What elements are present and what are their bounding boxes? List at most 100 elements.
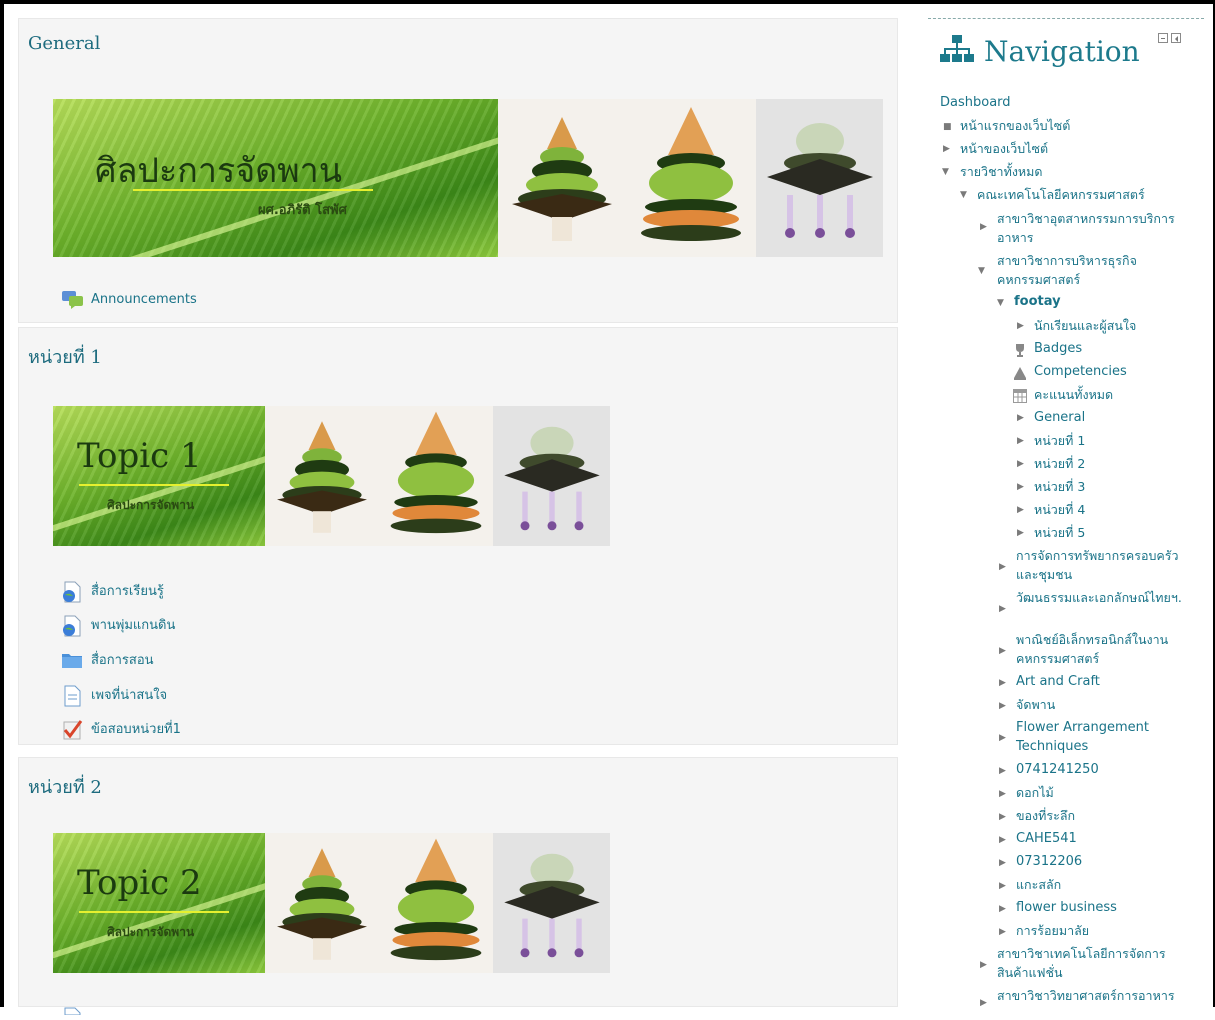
nav-section-general[interactable]: General (1034, 408, 1085, 428)
section-banner: Topic 1 ศิลปะการจัดพาน (53, 406, 610, 546)
course-section-general: General ศิลปะการจัดพาน ผศ.อภิรัติ โสพัศ (18, 18, 898, 323)
banner-title: Topic 2 (77, 863, 202, 903)
activity-interesting-page[interactable]: เพจที่น่าสนใจ (61, 684, 167, 706)
folder-icon (61, 650, 83, 670)
expand-arrow-icon: ▶ (1017, 413, 1024, 423)
nav-course-07312206[interactable]: 07312206 (1016, 852, 1082, 872)
collapse-arrow-icon: ▼ (960, 190, 967, 200)
banner-title: Topic 1 (77, 436, 202, 476)
activity-label: สื่อการเรียนรู้ (91, 584, 164, 599)
expand-arrow-icon: ▶ (1017, 505, 1024, 515)
quiz-icon (61, 719, 83, 739)
page-icon (61, 685, 83, 706)
nav-dashboard[interactable]: Dashboard (940, 93, 1011, 113)
expand-arrow-icon: ▶ (999, 927, 1006, 937)
nav-unit-4[interactable]: หน่วยที่ 4 (1034, 500, 1085, 520)
expand-arrow-icon: ▶ (1017, 321, 1024, 331)
activity-quiz-unit-1[interactable]: ข้อสอบหน่วยที่1 (61, 718, 181, 739)
expand-arrow-icon: ▶ (943, 144, 950, 154)
nav-all-courses[interactable]: รายวิชาทั้งหมด (960, 162, 1043, 182)
course-section-unit-1: หน่วยที่ 1 Topic 1 ศิลปะการจัดพาน สื่อกา… (18, 327, 898, 745)
activity-announcements[interactable]: Announcements (61, 289, 197, 309)
grades-table-icon (1013, 388, 1027, 407)
course-section-unit-2: หน่วยที่ 2 Topic 2 ศิลปะการจัดพาน (18, 757, 898, 1016)
nav-business-admin-program[interactable]: สาขาวิชาการบริหารธุรกิจคหกรรมศาสตร์ (997, 251, 1195, 289)
activity-pan-phum[interactable]: พานพุ่มแกนดิน (61, 614, 175, 636)
nav-participants[interactable]: นักเรียนและผู้สนใจ (1034, 316, 1136, 336)
expand-arrow-icon: ▶ (980, 960, 987, 970)
competencies-icon (1013, 365, 1027, 384)
expand-arrow-icon: ▶ (999, 646, 1006, 656)
expand-arrow-icon: ▶ (999, 835, 1006, 845)
nav-course-carving[interactable]: แกะสลัก (1016, 875, 1061, 895)
nav-course-footay[interactable]: footay (1014, 292, 1061, 312)
nav-course-souvenirs[interactable]: ของที่ระลึก (1016, 806, 1075, 826)
nav-course-flowers[interactable]: ดอกไม้ (1016, 783, 1054, 803)
banner-subtitle: ศิลปะการจัดพาน (107, 498, 195, 512)
activity-teaching-media[interactable]: สื่อการสอน (61, 649, 154, 670)
pan-photo-2 (379, 833, 493, 973)
section-title[interactable]: หน่วยที่ 1 (28, 342, 102, 371)
pan-photo-1 (498, 99, 626, 257)
pan-photo-2 (626, 99, 756, 257)
nav-course-0741241250[interactable]: 0741241250 (1016, 760, 1099, 780)
banner-underline (79, 911, 229, 913)
nav-course-cahe541[interactable]: CAHE541 (1016, 829, 1077, 849)
navigation-title: Navigation (984, 34, 1140, 68)
expand-arrow-icon: ▶ (1017, 436, 1024, 446)
nav-badges[interactable]: Badges (1034, 339, 1082, 359)
nav-site-home[interactable]: หน้าแรกของเว็บไซต์ (960, 116, 1070, 136)
nav-unit-1[interactable]: หน่วยที่ 1 (1034, 431, 1085, 451)
nav-course-art-and-craft[interactable]: Art and Craft (1016, 672, 1100, 692)
nav-food-science-program[interactable]: สาขาวิชาวิทยาศาสตร์การอาหาร (997, 986, 1175, 1006)
nav-fashion-program[interactable]: สาขาวิชาเทคโนโลยีการจัดการสินค้าแฟชั่น (997, 944, 1197, 982)
expand-arrow-icon: ▶ (999, 812, 1006, 822)
nav-course-family-resources[interactable]: การจัดการทรัพยากรครอบครัวและชุมชน (1016, 546, 1200, 584)
nav-course-ecommerce[interactable]: พาณิชย์อิเล็กทรอนิกส์ในงานคหกรรมศาสตร์ (1016, 630, 1200, 668)
collapse-arrow-icon: ▼ (978, 266, 985, 276)
banner-underline (79, 484, 229, 486)
expand-arrow-icon: ▶ (1017, 482, 1024, 492)
section-title[interactable]: General (28, 33, 100, 54)
activity-learning-media[interactable]: สื่อการเรียนรู้ (61, 580, 164, 602)
nav-competencies[interactable]: Competencies (1034, 362, 1127, 382)
section-title[interactable]: หน่วยที่ 2 (28, 772, 102, 801)
nav-unit-3[interactable]: หน่วยที่ 3 (1034, 477, 1085, 497)
nav-course-jadpan[interactable]: จัดพาน (1016, 695, 1055, 715)
window-frame-top (0, 0, 1215, 4)
nav-course-flower-business[interactable]: flower business (1016, 898, 1117, 918)
expand-arrow-icon: ▶ (999, 881, 1006, 891)
sitemap-icon (940, 34, 974, 68)
forum-icon (61, 289, 83, 309)
pan-photo-3 (493, 833, 610, 973)
nav-course-flower-arrangement[interactable]: Flower Arrangement Techniques (1016, 718, 1176, 756)
collapse-arrow-icon: ▼ (997, 298, 1004, 308)
nav-unit-5[interactable]: หน่วยที่ 5 (1034, 523, 1085, 543)
collapse-block-button[interactable] (1158, 33, 1168, 43)
pan-photo-1 (265, 833, 379, 973)
window-frame-left (0, 0, 4, 1007)
expand-arrow-icon: ▶ (999, 562, 1006, 572)
nav-unit-2[interactable]: หน่วยที่ 2 (1034, 454, 1085, 474)
navigation-header: Navigation (940, 34, 1140, 68)
dock-block-button[interactable] (1171, 33, 1181, 43)
section-banner: ศิลปะการจัดพาน ผศ.อภิรัติ โสพัศ (53, 99, 883, 257)
page-icon (61, 1000, 83, 1020)
expand-arrow-icon: ▶ (1017, 459, 1024, 469)
banner-leaf-image: Topic 2 ศิลปะการจัดพาน (53, 833, 265, 973)
nav-site-pages[interactable]: หน้าของเว็บไซต์ (960, 139, 1048, 159)
activity-label: ข้อสอบหน่วยที่1 (91, 722, 181, 737)
expand-arrow-icon: ▶ (999, 766, 1006, 776)
expand-arrow-icon: ▶ (999, 733, 1006, 743)
pan-photo-3 (756, 99, 883, 257)
nav-grades[interactable]: คะแนนทั้งหมด (1034, 385, 1113, 405)
nav-food-service-program[interactable]: สาขาวิชาอุตสาหกรรมการบริการอาหาร (997, 209, 1195, 247)
banner-subtitle: ผศ.อภิรัติ โสพัศ (258, 203, 347, 218)
nav-course-thai-culture[interactable]: วัฒนธรรมและเอกลักษณ์ไทยฯ. (1016, 588, 1200, 607)
navigation-block-border (928, 18, 1204, 19)
trophy-icon (1013, 342, 1027, 361)
banner-subtitle: ศิลปะการจัดพาน (107, 925, 195, 939)
nav-faculty-home-economics[interactable]: คณะเทคโนโลยีคหกรรมศาสตร์ (977, 185, 1145, 205)
section-banner: Topic 2 ศิลปะการจัดพาน (53, 833, 610, 973)
nav-course-garland[interactable]: การร้อยมาลัย (1016, 921, 1089, 941)
